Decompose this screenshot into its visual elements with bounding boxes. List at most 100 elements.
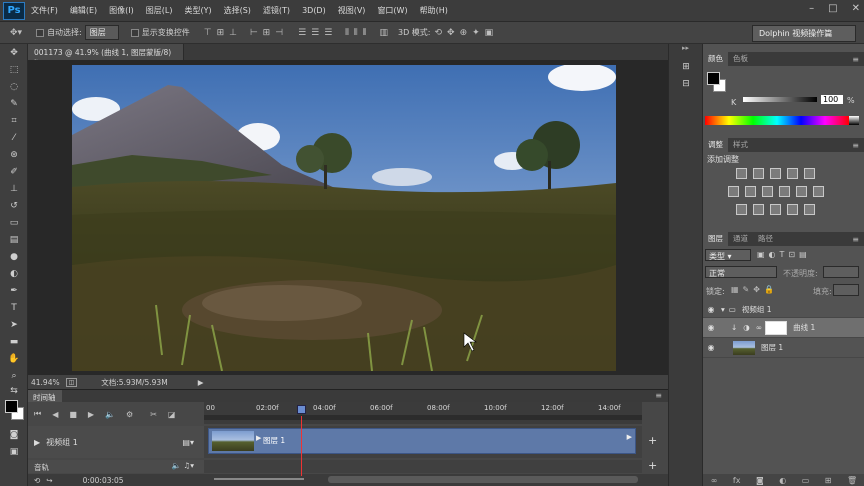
layer-filter-dropdown[interactable]: 类型 ▾ (705, 249, 751, 261)
collapse-icon[interactable]: ▸▸ (669, 44, 702, 58)
panel-menu-icon[interactable]: ≡ (852, 55, 859, 64)
exposure-icon[interactable] (787, 168, 798, 179)
video-clip[interactable]: ▶ 图层 1 ▶ (208, 428, 636, 454)
panel-menu-icon[interactable]: ≡ (852, 141, 859, 150)
status-menu-arrow-icon[interactable]: ▶ (198, 378, 204, 387)
k-slider[interactable] (743, 97, 817, 102)
opacity-field[interactable] (823, 266, 859, 278)
tab-layers[interactable]: 图层 (703, 232, 728, 246)
menu-layer[interactable]: 图层(L) (140, 5, 179, 16)
previous-frame-icon[interactable]: ◀ (52, 410, 58, 419)
menu-filter[interactable]: 滤镜(T) (257, 5, 296, 16)
hue-saturation-icon[interactable] (728, 186, 739, 197)
hand-tool-icon[interactable]: ✋ (0, 350, 28, 367)
threshold-icon[interactable] (770, 204, 781, 215)
gradient-map-icon[interactable] (787, 204, 798, 215)
clip-end-icon[interactable]: ▶ (627, 433, 632, 441)
healing-tool-icon[interactable]: ⊛ (0, 146, 28, 163)
next-frame-icon[interactable]: ▶ (88, 410, 94, 419)
tab-swatches[interactable]: 色板 (728, 52, 753, 66)
transition-icon[interactable]: ◪ (168, 410, 176, 419)
auto-select-dropdown[interactable]: 图层 (84, 25, 119, 40)
minimize-icon[interactable]: – (809, 3, 814, 14)
marquee-tool-icon[interactable]: ⬚ (0, 61, 28, 78)
add-media-icon[interactable]: + (648, 434, 657, 447)
new-adjustment-icon[interactable]: ◐ (779, 476, 786, 485)
fx-icon[interactable]: fx (733, 476, 741, 485)
pen-tool-icon[interactable]: ✒ (0, 282, 28, 299)
black-white-icon[interactable] (762, 186, 773, 197)
distribute-icons[interactable]: ☰☰☰ ⫴⫴⫴ (298, 28, 371, 38)
playhead-handle[interactable] (297, 405, 306, 414)
tab-adjustments[interactable]: 调整 (703, 138, 728, 152)
dodge-tool-icon[interactable]: ◐ (0, 265, 28, 282)
shape-tool-icon[interactable]: ▬ (0, 333, 28, 350)
visibility-eye-icon[interactable]: ◉ (703, 305, 719, 314)
brightness-icon[interactable] (736, 168, 747, 179)
auto-select-option[interactable]: 自动选择: 图层 (36, 25, 119, 40)
lock-icons[interactable]: ▦✎✥🔒 (731, 285, 778, 294)
render-icon[interactable]: ↪ (46, 476, 52, 485)
timeline-ruler[interactable]: 00 02:00f 04:00f 06:00f 08:00f 10:00f 12… (204, 402, 642, 424)
posterize-icon[interactable] (753, 204, 764, 215)
eyedropper-tool-icon[interactable]: ⁄ (0, 129, 28, 146)
menu-3d[interactable]: 3D(D) (296, 6, 332, 15)
channel-mixer-icon[interactable] (796, 186, 807, 197)
color-lookup-icon[interactable] (813, 186, 824, 197)
history-brush-tool-icon[interactable]: ↺ (0, 197, 28, 214)
go-to-first-frame-icon[interactable]: ⏮ (34, 409, 41, 419)
type-tool-icon[interactable]: T (0, 299, 28, 316)
photo-filter-icon[interactable] (779, 186, 790, 197)
properties-panel-icon[interactable]: ⊟ (669, 75, 703, 92)
brush-tool-icon[interactable]: ✐ (0, 163, 28, 180)
layer-row-video-group[interactable]: ◉ ▾ ▭ 视频组 1 (703, 302, 864, 318)
history-panel-icon[interactable]: ⊞ (669, 58, 703, 75)
video-track-header[interactable]: ▶ 视频组 1 ▤▾ (28, 426, 204, 458)
audio-track-icons[interactable]: 🔈 ♫▾ (172, 461, 194, 470)
color-swatches[interactable] (0, 398, 27, 426)
menu-image[interactable]: 图像(I) (103, 5, 140, 16)
move-tool-icon[interactable]: ✥ (0, 44, 28, 61)
auto-select-checkbox[interactable] (36, 28, 45, 37)
screen-mode-icon[interactable]: ▣ (0, 443, 28, 460)
quick-select-tool-icon[interactable]: ✎ (0, 95, 28, 112)
layer-mask-thumbnail[interactable] (765, 320, 788, 335)
workspace-dropdown[interactable]: Dolphin 视频操作篇 (752, 25, 856, 42)
auto-align-icon[interactable]: ▥ (379, 28, 388, 38)
visibility-eye-icon[interactable]: ◉ (703, 343, 719, 352)
blend-mode-dropdown[interactable]: 正常 (705, 266, 777, 278)
tab-channels[interactable]: 通道 (728, 232, 753, 246)
grayscale-ramp[interactable] (849, 116, 859, 125)
clip-expand-icon[interactable]: ▶ (256, 434, 261, 442)
visibility-eye-icon[interactable]: ◉ (703, 323, 719, 332)
close-icon[interactable]: ✕ (852, 3, 860, 14)
eraser-tool-icon[interactable]: ▭ (0, 214, 28, 231)
color-spectrum[interactable] (705, 116, 849, 125)
panel-menu-icon[interactable]: ≡ (852, 235, 859, 244)
tab-paths[interactable]: 路径 (753, 232, 778, 246)
add-audio-icon[interactable]: + (648, 459, 657, 472)
crop-tool-icon[interactable]: ⌗ (0, 112, 28, 129)
gradient-tool-icon[interactable]: ▤ (0, 231, 28, 248)
tab-color[interactable]: 颜色 (703, 52, 728, 66)
3d-mode-icons[interactable]: ⟲✥⊕✦▣ (435, 28, 499, 38)
split-clip-icon[interactable]: ✂ (150, 410, 157, 419)
quick-mask-icon[interactable]: ◙ (0, 426, 28, 443)
blur-tool-icon[interactable]: ● (0, 248, 28, 265)
delete-layer-icon[interactable]: 🗑 (847, 476, 857, 485)
convert-frame-icon[interactable]: ⟲ (34, 476, 40, 485)
zoom-tool-icon[interactable]: ⌕ (0, 367, 28, 384)
audio-track-header[interactable]: 音轨 🔈 ♫▾ (28, 460, 204, 473)
layer-row-layer-1[interactable]: ◉ 图层 1 (703, 338, 864, 358)
track-options-icon[interactable]: ▤▾ (182, 438, 194, 447)
color-balance-icon[interactable] (745, 186, 756, 197)
link-layers-icon[interactable]: ∞ (711, 476, 718, 485)
layer-row-curves[interactable]: ◉ ↓ ◑ ∞ 曲线 1 (703, 318, 864, 338)
vibrance-icon[interactable] (804, 168, 815, 179)
work-area-bar[interactable] (204, 415, 642, 420)
invert-icon[interactable] (736, 204, 747, 215)
menu-select[interactable]: 选择(S) (218, 5, 257, 16)
path-select-tool-icon[interactable]: ➤ (0, 316, 28, 333)
menu-view[interactable]: 视图(V) (332, 5, 372, 16)
move-tool-icon[interactable]: ✥▾ (10, 28, 22, 38)
